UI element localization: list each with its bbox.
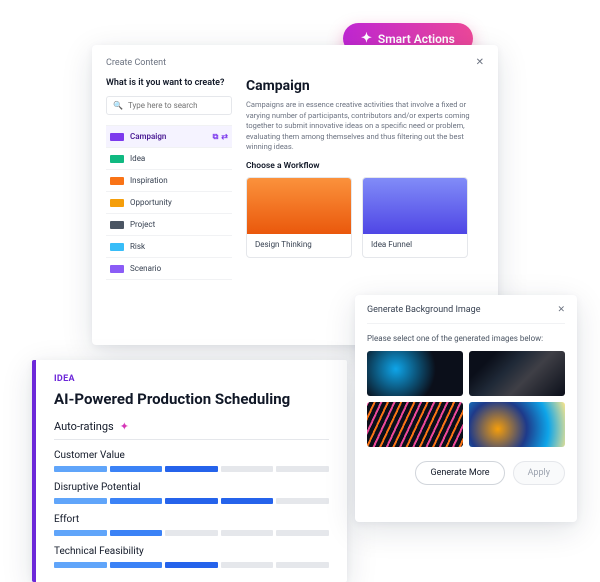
sparkle-icon: ✦	[120, 420, 129, 433]
workflow-row: Design Thinking Idea Funnel	[246, 177, 484, 258]
idea-chip: IDEA	[54, 374, 329, 384]
metric-row: Effort	[54, 514, 329, 536]
sync-icon[interactable]: ⇄	[221, 132, 228, 142]
metric-segment	[276, 466, 329, 472]
type-tag-icon	[110, 133, 124, 141]
metric-row: Customer Value	[54, 450, 329, 472]
metric-segment	[221, 562, 274, 568]
generated-image-option[interactable]	[469, 351, 565, 396]
metric-segment	[276, 530, 329, 536]
type-item-label: Risk	[130, 242, 145, 251]
selected-type-headline: Campaign	[246, 78, 484, 94]
prompt-text: What is it you want to create?	[106, 78, 232, 88]
metric-segment	[221, 498, 274, 504]
metric-segment	[54, 498, 107, 504]
close-icon[interactable]: ✕	[557, 305, 565, 315]
metric-row: Technical Feasibility	[54, 546, 329, 568]
workflow-thumbnail	[247, 178, 351, 234]
metric-bar	[54, 530, 329, 536]
content-type-item[interactable]: Idea	[106, 147, 232, 169]
metric-segment	[165, 498, 218, 504]
type-item-label: Opportunity	[130, 198, 172, 207]
type-item-actions: ⧉⇄	[213, 132, 228, 142]
generated-image-option[interactable]	[469, 402, 565, 447]
metric-label: Customer Value	[54, 450, 329, 461]
metric-segment	[165, 530, 218, 536]
close-icon[interactable]: ✕	[476, 57, 484, 68]
metric-segment	[110, 530, 163, 536]
metric-segment	[165, 562, 218, 568]
type-item-label: Campaign	[130, 132, 166, 141]
content-type-item[interactable]: Opportunity	[106, 191, 232, 213]
metric-segment	[110, 498, 163, 504]
content-type-list: Campaign ⧉⇄ Idea Inspiration Opportunity Proj…	[106, 125, 232, 280]
copy-icon[interactable]: ⧉	[213, 132, 219, 142]
workflow-thumbnail	[363, 178, 467, 234]
type-tag-icon	[110, 265, 124, 273]
content-type-item[interactable]: Campaign ⧉⇄	[106, 125, 232, 147]
generate-hint-text: Please select one of the generated image…	[367, 334, 565, 343]
type-item-label: Scenario	[130, 264, 161, 273]
metric-segment	[276, 562, 329, 568]
metric-segment	[221, 530, 274, 536]
search-input-wrapper[interactable]: 🔍	[106, 96, 232, 115]
modal-title: Create Content	[106, 58, 166, 68]
type-tag-icon	[110, 221, 124, 229]
generate-image-panel: Generate Background Image ✕ Please selec…	[355, 295, 577, 522]
metric-label: Effort	[54, 514, 329, 525]
content-type-item[interactable]: Inspiration	[106, 169, 232, 191]
metric-bar	[54, 498, 329, 504]
idea-title: AI-Powered Production Scheduling	[54, 390, 329, 408]
metric-bar	[54, 562, 329, 568]
content-type-item[interactable]: Scenario	[106, 257, 232, 280]
metric-segment	[54, 466, 107, 472]
search-input[interactable]	[128, 101, 218, 110]
generated-image-option[interactable]	[367, 351, 463, 396]
type-item-label: Idea	[130, 154, 145, 163]
metric-segment	[276, 498, 329, 504]
type-tag-icon	[110, 199, 124, 207]
metric-row: Disruptive Potential	[54, 482, 329, 504]
generate-panel-title: Generate Background Image	[367, 305, 481, 315]
auto-ratings-header: Auto-ratings ✦	[54, 420, 329, 440]
type-item-label: Inspiration	[130, 176, 168, 185]
metric-label: Disruptive Potential	[54, 482, 329, 493]
metrics-list: Customer Value Disruptive Potential Effort…	[54, 450, 329, 568]
type-tag-icon	[110, 243, 124, 251]
type-tag-icon	[110, 177, 124, 185]
metric-segment	[110, 466, 163, 472]
workflow-section-label: Choose a Workflow	[246, 161, 484, 171]
auto-ratings-label: Auto-ratings	[54, 420, 114, 433]
workflow-name: Design Thinking	[247, 234, 351, 257]
generated-image-grid	[367, 351, 565, 447]
workflow-card[interactable]: Idea Funnel	[362, 177, 468, 258]
sparkle-icon: ✦	[361, 31, 372, 46]
smart-actions-label: Smart Actions	[378, 32, 455, 46]
content-type-item[interactable]: Risk	[106, 235, 232, 257]
idea-card: IDEA AI-Powered Production Scheduling Au…	[32, 360, 347, 582]
workflow-name: Idea Funnel	[363, 234, 467, 257]
type-item-label: Project	[130, 220, 155, 229]
generated-image-option[interactable]	[367, 402, 463, 447]
metric-label: Technical Feasibility	[54, 546, 329, 557]
type-tag-icon	[110, 155, 124, 163]
selected-type-description: Campaigns are in essence creative activi…	[246, 100, 484, 153]
metric-segment	[110, 562, 163, 568]
metric-segment	[54, 562, 107, 568]
metric-segment	[54, 530, 107, 536]
apply-button[interactable]: Apply	[513, 461, 565, 485]
metric-bar	[54, 466, 329, 472]
metric-segment	[221, 466, 274, 472]
generate-more-button[interactable]: Generate More	[415, 461, 504, 485]
search-icon: 🔍	[113, 101, 123, 110]
content-type-item[interactable]: Project	[106, 213, 232, 235]
workflow-card[interactable]: Design Thinking	[246, 177, 352, 258]
metric-segment	[165, 466, 218, 472]
